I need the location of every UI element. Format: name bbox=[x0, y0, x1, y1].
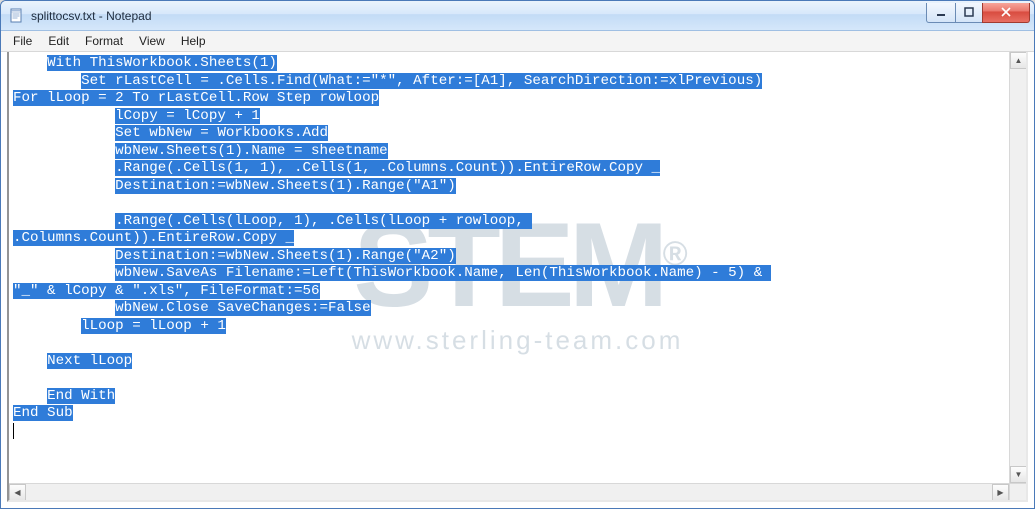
code-line[interactable]: For lLoop = 2 To rLastCell.Row Step rowl… bbox=[13, 90, 1022, 108]
code-line[interactable]: Destination:=wbNew.Sheets(1).Range("A1") bbox=[13, 178, 1022, 196]
horizontal-scrollbar[interactable]: ◀ ▶ bbox=[9, 483, 1009, 500]
notepad-icon bbox=[9, 8, 25, 24]
maximize-icon bbox=[964, 7, 974, 17]
menu-file[interactable]: File bbox=[5, 31, 40, 51]
code-line[interactable]: "_" & lCopy & ".xls", FileFormat:=56 bbox=[13, 283, 1022, 301]
code-line[interactable]: lLoop = lLoop + 1 bbox=[13, 318, 1022, 336]
code-line[interactable] bbox=[13, 195, 1022, 213]
code-line[interactable]: wbNew.Sheets(1).Name = sheetname bbox=[13, 143, 1022, 161]
vertical-scrollbar[interactable]: ▲ ▼ bbox=[1009, 52, 1026, 483]
editor-area: STEM® www.sterling-team.com With ThisWor… bbox=[7, 52, 1028, 502]
menu-view[interactable]: View bbox=[131, 31, 173, 51]
code-line[interactable]: End Sub bbox=[13, 405, 1022, 423]
minimize-button[interactable] bbox=[926, 3, 956, 23]
code-line[interactable]: Set rLastCell = .Cells.Find(What:="*", A… bbox=[13, 73, 1022, 91]
menu-format[interactable]: Format bbox=[77, 31, 131, 51]
text-editor[interactable]: With ThisWorkbook.Sheets(1) Set rLastCel… bbox=[11, 54, 1024, 498]
scroll-corner bbox=[1009, 483, 1026, 500]
close-button[interactable] bbox=[982, 3, 1030, 23]
code-line[interactable]: wbNew.Close SaveChanges:=False bbox=[13, 300, 1022, 318]
code-line[interactable] bbox=[13, 335, 1022, 353]
scroll-up-icon[interactable]: ▲ bbox=[1010, 52, 1027, 69]
code-line[interactable]: Set wbNew = Workbooks.Add bbox=[13, 125, 1022, 143]
notepad-window: splittocsv.txt - Notepad File Edit Forma… bbox=[0, 0, 1035, 509]
menu-help[interactable]: Help bbox=[173, 31, 214, 51]
scroll-left-icon[interactable]: ◀ bbox=[9, 484, 26, 501]
code-line[interactable]: With ThisWorkbook.Sheets(1) bbox=[13, 55, 1022, 73]
menu-edit[interactable]: Edit bbox=[40, 31, 77, 51]
window-buttons bbox=[927, 3, 1030, 23]
code-line[interactable]: .Columns.Count)).EntireRow.Copy _ bbox=[13, 230, 1022, 248]
code-line[interactable]: Next lLoop bbox=[13, 353, 1022, 371]
code-line[interactable]: Destination:=wbNew.Sheets(1).Range("A2") bbox=[13, 248, 1022, 266]
code-line[interactable]: End With bbox=[13, 388, 1022, 406]
code-line[interactable]: .Range(.Cells(1, 1), .Cells(1, .Columns.… bbox=[13, 160, 1022, 178]
code-line[interactable] bbox=[13, 423, 1022, 441]
scroll-down-icon[interactable]: ▼ bbox=[1010, 466, 1027, 483]
maximize-button[interactable] bbox=[955, 3, 983, 23]
code-line[interactable]: lCopy = lCopy + 1 bbox=[13, 108, 1022, 126]
titlebar[interactable]: splittocsv.txt - Notepad bbox=[1, 1, 1034, 31]
menubar: File Edit Format View Help bbox=[1, 31, 1034, 52]
text-caret bbox=[13, 423, 14, 439]
code-line[interactable]: wbNew.SaveAs Filename:=Left(ThisWorkbook… bbox=[13, 265, 1022, 283]
minimize-icon bbox=[936, 7, 946, 17]
close-icon bbox=[1001, 7, 1011, 17]
window-title: splittocsv.txt - Notepad bbox=[31, 9, 927, 23]
scroll-right-icon[interactable]: ▶ bbox=[992, 484, 1009, 501]
code-line[interactable]: .Range(.Cells(lLoop, 1), .Cells(lLoop + … bbox=[13, 213, 1022, 231]
code-line[interactable] bbox=[13, 370, 1022, 388]
